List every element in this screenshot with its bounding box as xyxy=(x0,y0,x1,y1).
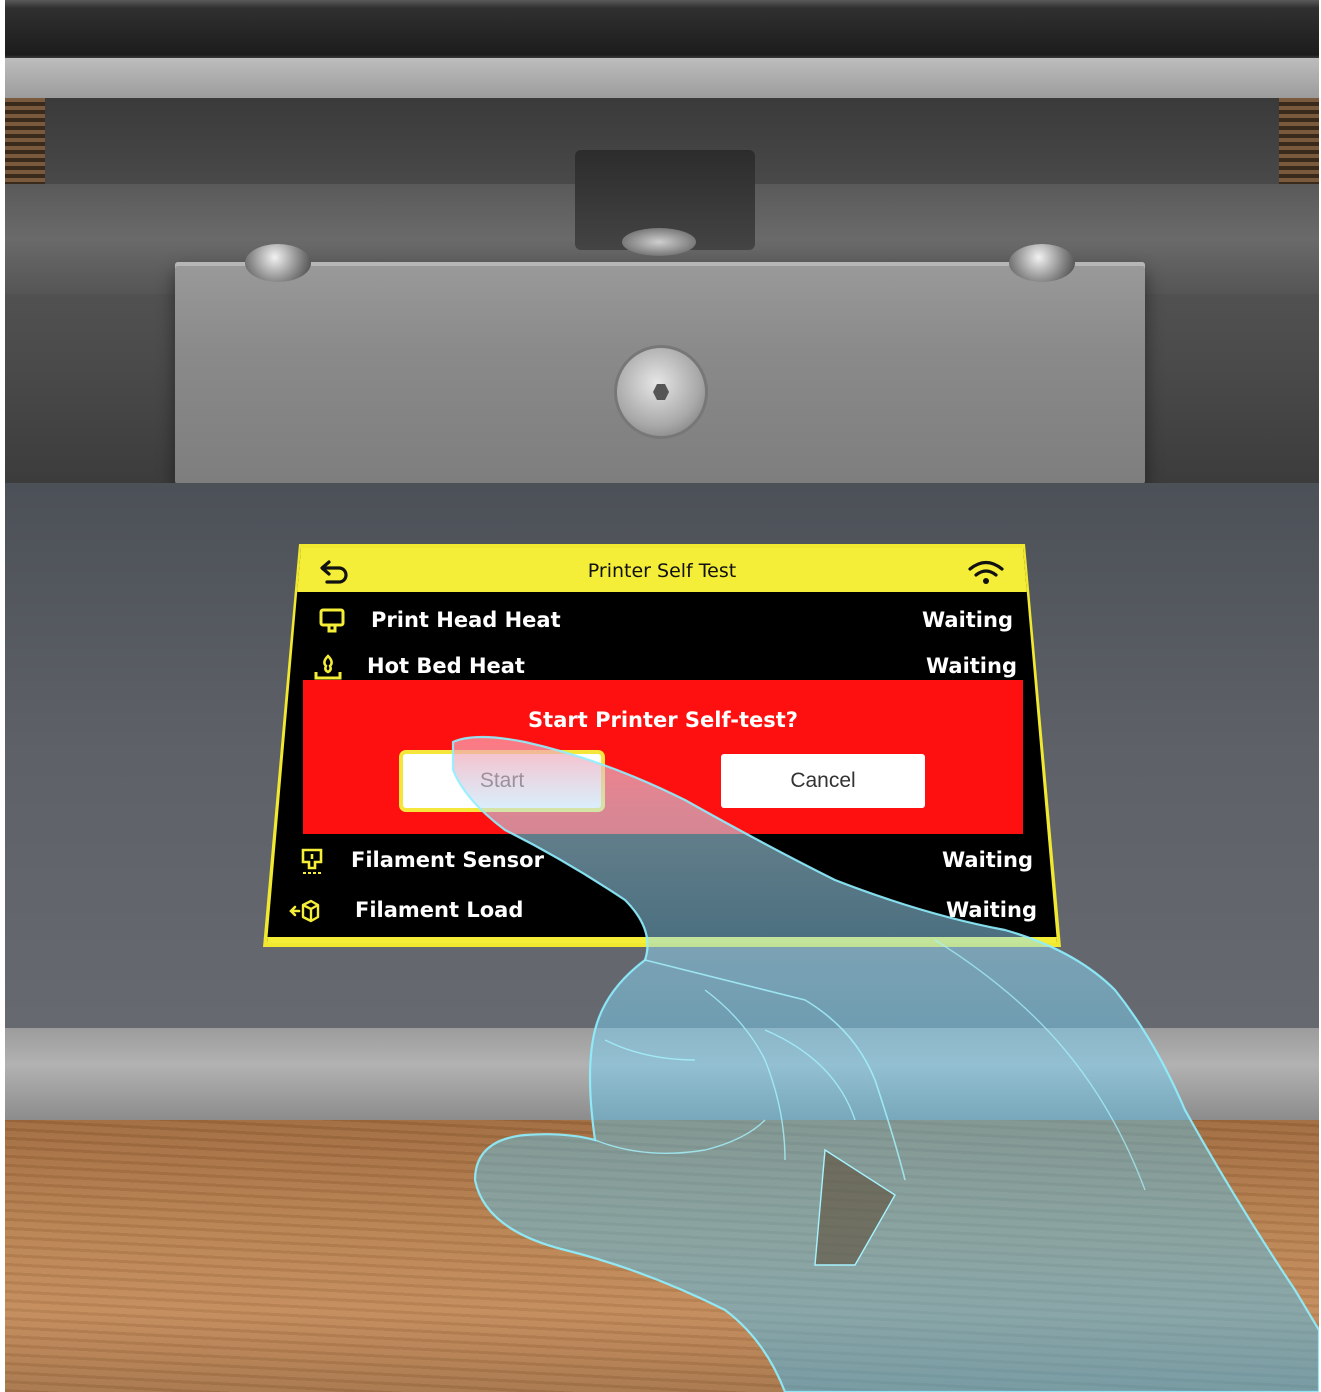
wifi-icon xyxy=(968,560,1004,584)
printer-bottom-strip xyxy=(5,1028,1319,1120)
test-row-print-head: Print Head Heat Waiting xyxy=(317,604,1013,638)
dialog-question: Start Printer Self-test? xyxy=(528,708,798,732)
confirm-dialog: Start Printer Self-test? Start Cancel xyxy=(303,680,1023,834)
test-row-filament-load: Filament Load Waiting xyxy=(287,894,1037,928)
status-text: Waiting xyxy=(945,898,1037,922)
printer-light-bar xyxy=(5,58,1319,98)
filament-load-icon xyxy=(289,899,320,923)
printer-photo: Printer Self Test Print Head Heat Waitin… xyxy=(5,0,1319,1392)
test-label: Print Head Heat xyxy=(371,608,561,632)
touch-screen: Printer Self Test Print Head Heat Waitin… xyxy=(267,548,1057,943)
wooden-table xyxy=(5,1120,1319,1392)
printer-top-rail xyxy=(5,0,1319,58)
screen-bottom-border xyxy=(267,937,1057,943)
test-label: Hot Bed Heat xyxy=(367,654,525,678)
cancel-button[interactable]: Cancel xyxy=(721,754,925,808)
screw-right xyxy=(1009,244,1075,282)
test-row-filament-sensor: Filament Sensor Waiting xyxy=(297,844,1033,878)
page-title: Printer Self Test xyxy=(587,560,737,582)
spring-right xyxy=(1279,98,1319,184)
filament-sensor-icon xyxy=(301,848,323,874)
screw-left xyxy=(245,244,311,282)
hot-bed-icon xyxy=(314,654,342,680)
start-button[interactable]: Start xyxy=(403,754,601,808)
test-label: Filament Sensor xyxy=(351,848,544,872)
status-text: Waiting xyxy=(925,654,1017,678)
printer-guide-knob xyxy=(622,228,696,256)
test-row-hot-bed: Hot Bed Heat Waiting xyxy=(313,650,1017,684)
status-text: Waiting xyxy=(941,848,1033,872)
title-bar: Printer Self Test xyxy=(267,548,1057,592)
center-screw xyxy=(617,348,705,436)
status-text: Waiting xyxy=(921,608,1013,632)
spring-left xyxy=(5,98,45,184)
test-label: Filament Load xyxy=(355,898,524,922)
print-head-icon xyxy=(319,608,345,633)
